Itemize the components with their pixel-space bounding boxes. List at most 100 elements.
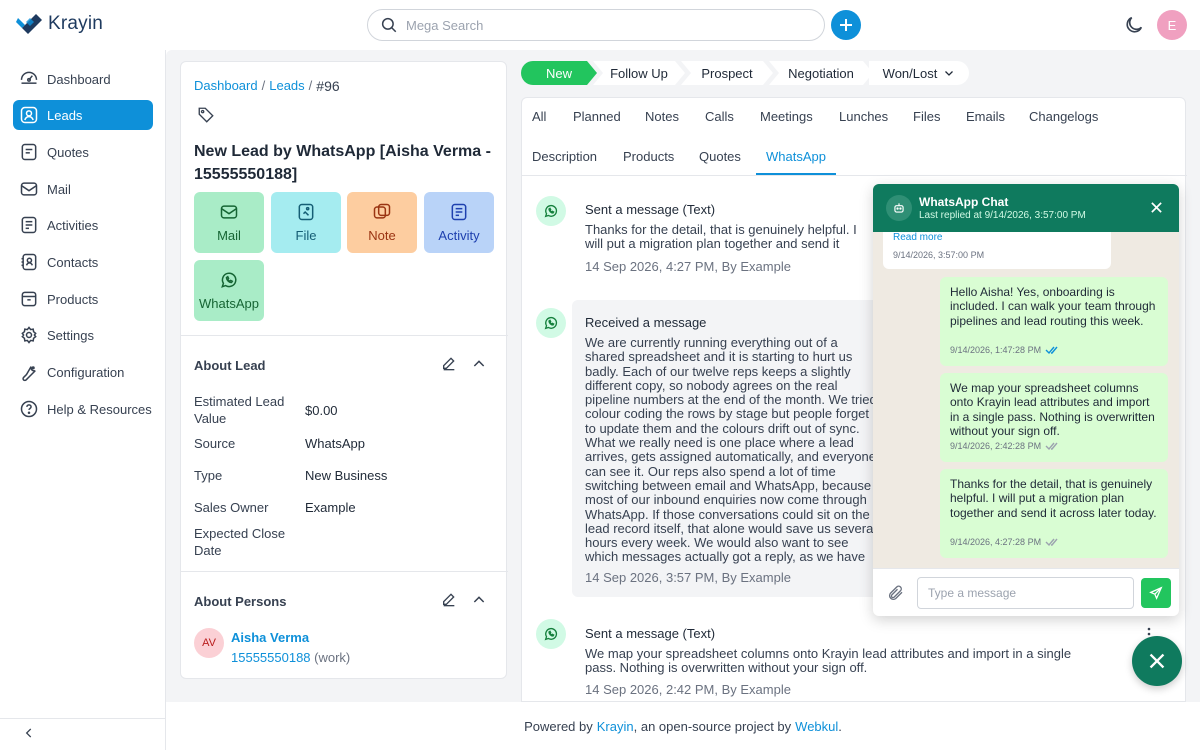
sidebar-collapse-button[interactable] — [22, 726, 36, 740]
add-tag-button[interactable] — [197, 106, 215, 124]
search-icon — [381, 17, 397, 33]
sidebar-item-activities[interactable]: Activities — [13, 210, 153, 240]
message-time: 9/14/2026, 1:47:28 PM — [950, 345, 1042, 355]
stage-new[interactable]: New — [521, 61, 597, 85]
collapse-about-lead-button[interactable] — [471, 356, 487, 372]
tab-changelogs[interactable]: Changelogs — [1029, 109, 1098, 124]
stage-label: New — [545, 65, 572, 81]
activity-action-button[interactable]: Activity — [424, 192, 494, 253]
outgoing-message-bubble: We map your spreadsheet columns onto Kra… — [940, 373, 1168, 462]
sidebar-divider — [0, 718, 166, 719]
stage-follow-up[interactable]: Follow Up — [593, 61, 685, 85]
tab-description[interactable]: Description — [532, 149, 597, 164]
sidebar-item-settings[interactable]: Settings — [13, 320, 153, 350]
mega-search[interactable] — [367, 9, 825, 41]
user-avatar[interactable]: E — [1157, 10, 1187, 40]
help-icon — [20, 400, 38, 418]
toggle-chat-button[interactable] — [1132, 636, 1182, 686]
tab-calls[interactable]: Calls — [705, 109, 734, 124]
logo[interactable]: Krayin — [16, 13, 103, 35]
field-label-close-date: Expected Close Date — [194, 526, 286, 558]
footer-suffix: . — [838, 718, 842, 734]
person-phone[interactable]: 15555550188 (work) — [231, 650, 350, 665]
stage-prospect[interactable]: Prospect — [681, 61, 773, 85]
person-phone-number[interactable]: 15555550188 — [231, 650, 311, 665]
action-label: WhatsApp — [199, 296, 259, 311]
message-meta: 9/14/2026, 4:27:28 PM — [950, 537, 1059, 547]
tab-lunches[interactable]: Lunches — [839, 109, 888, 124]
sidebar-item-quotes[interactable]: Quotes — [13, 137, 153, 167]
tab-all[interactable]: All — [532, 109, 546, 124]
whatsapp-activity-icon — [536, 196, 566, 226]
whatsapp-chat-window: Read more 9/14/2026, 3:57:00 PM Hello Ai… — [873, 184, 1179, 616]
whatsapp-icon — [544, 627, 558, 641]
message-meta: 9/14/2026, 2:42:28 PM — [950, 441, 1059, 451]
dark-mode-toggle[interactable] — [1123, 14, 1145, 36]
message-text: We map your spreadsheet columns onto Kra… — [950, 381, 1155, 438]
breadcrumb-leads[interactable]: Leads — [269, 78, 304, 94]
footer-webkul-link[interactable]: Webkul — [795, 719, 838, 734]
logo-text: Krayin — [48, 13, 104, 34]
action-label: Mail — [217, 228, 241, 243]
tab-meetings[interactable]: Meetings — [760, 109, 813, 124]
search-input[interactable] — [406, 17, 786, 33]
sidebar-item-label: Products — [47, 291, 99, 307]
activity-title: Sent a message (Text) — [585, 626, 716, 641]
person-name-link[interactable]: Aisha Verma — [231, 630, 309, 645]
activities-icon — [21, 216, 37, 234]
tab-notes[interactable]: Notes — [645, 109, 679, 124]
read-more-link[interactable]: Read more — [893, 232, 942, 243]
tab-products[interactable]: Products — [623, 149, 674, 164]
tab-quotes[interactable]: Quotes — [699, 149, 741, 164]
field-label-type: Type — [194, 468, 223, 483]
sidebar-item-configuration[interactable]: Configuration — [13, 357, 153, 387]
send-message-button[interactable] — [1141, 578, 1171, 608]
file-action-button[interactable]: File — [271, 192, 341, 253]
double-check-icon — [1045, 538, 1058, 547]
top-bar: Krayin E — [0, 0, 1200, 50]
stage-won-lost[interactable]: Won/Lost — [869, 61, 969, 85]
attach-button[interactable] — [887, 584, 905, 602]
lead-info-card: Dashboard / Leads / #96 New Lead by What… — [180, 61, 508, 679]
collapse-about-persons-button[interactable] — [471, 592, 487, 608]
file-icon — [298, 203, 314, 221]
note-action-button[interactable]: Note — [347, 192, 417, 253]
quick-create-button[interactable] — [831, 10, 861, 40]
sidebar-item-help[interactable]: Help & Resources — [13, 394, 153, 424]
message-text: Thanks for the detail, that is genuinely… — [950, 477, 1157, 520]
close-chat-button[interactable] — [1150, 201, 1163, 214]
activity-body: We are currently running everything out … — [585, 336, 877, 565]
activity-icon — [451, 203, 467, 221]
sidebar-item-dashboard[interactable]: Dashboard — [13, 64, 153, 94]
mail-icon — [20, 182, 38, 196]
footer-krayin-link[interactable]: Krayin — [597, 719, 634, 734]
sidebar-item-mail[interactable]: Mail — [13, 174, 153, 204]
about-persons-title: About Persons — [194, 594, 287, 609]
tab-planned[interactable]: Planned — [573, 109, 621, 124]
edit-persons-button[interactable] — [441, 591, 457, 607]
field-value-sales-owner: Example — [305, 500, 356, 515]
whatsapp-activity-icon — [536, 619, 566, 649]
tab-whatsapp[interactable]: WhatsApp — [766, 149, 826, 164]
breadcrumb-dashboard[interactable]: Dashboard — [194, 78, 258, 94]
tab-files[interactable]: Files — [913, 109, 940, 124]
chat-composer — [873, 568, 1179, 616]
section-divider — [181, 335, 508, 336]
sidebar-item-leads[interactable]: Leads — [13, 100, 153, 130]
breadcrumb-separator: / — [261, 78, 266, 93]
stage-negotiation[interactable]: Negotiation — [769, 61, 873, 85]
double-check-read-icon — [1045, 346, 1058, 355]
sidebar-item-products[interactable]: Products — [13, 284, 153, 314]
mail-action-button[interactable]: Mail — [194, 192, 264, 253]
tab-emails[interactable]: Emails — [966, 109, 1005, 124]
krayin-logo-icon — [16, 14, 42, 34]
lead-title: New Lead by WhatsApp [Aisha Verma - 1555… — [194, 143, 491, 183]
edit-lead-button[interactable] — [441, 355, 457, 371]
sidebar: Dashboard Leads Quotes Mail Activities C… — [0, 50, 166, 750]
breadcrumb-separator: / — [308, 78, 313, 93]
sidebar-item-contacts[interactable]: Contacts — [13, 247, 153, 277]
chat-message-input[interactable] — [917, 577, 1134, 609]
field-value-source: WhatsApp — [305, 436, 365, 451]
whatsapp-action-button[interactable]: WhatsApp — [194, 260, 264, 321]
sidebar-item-label: Mail — [47, 181, 71, 197]
